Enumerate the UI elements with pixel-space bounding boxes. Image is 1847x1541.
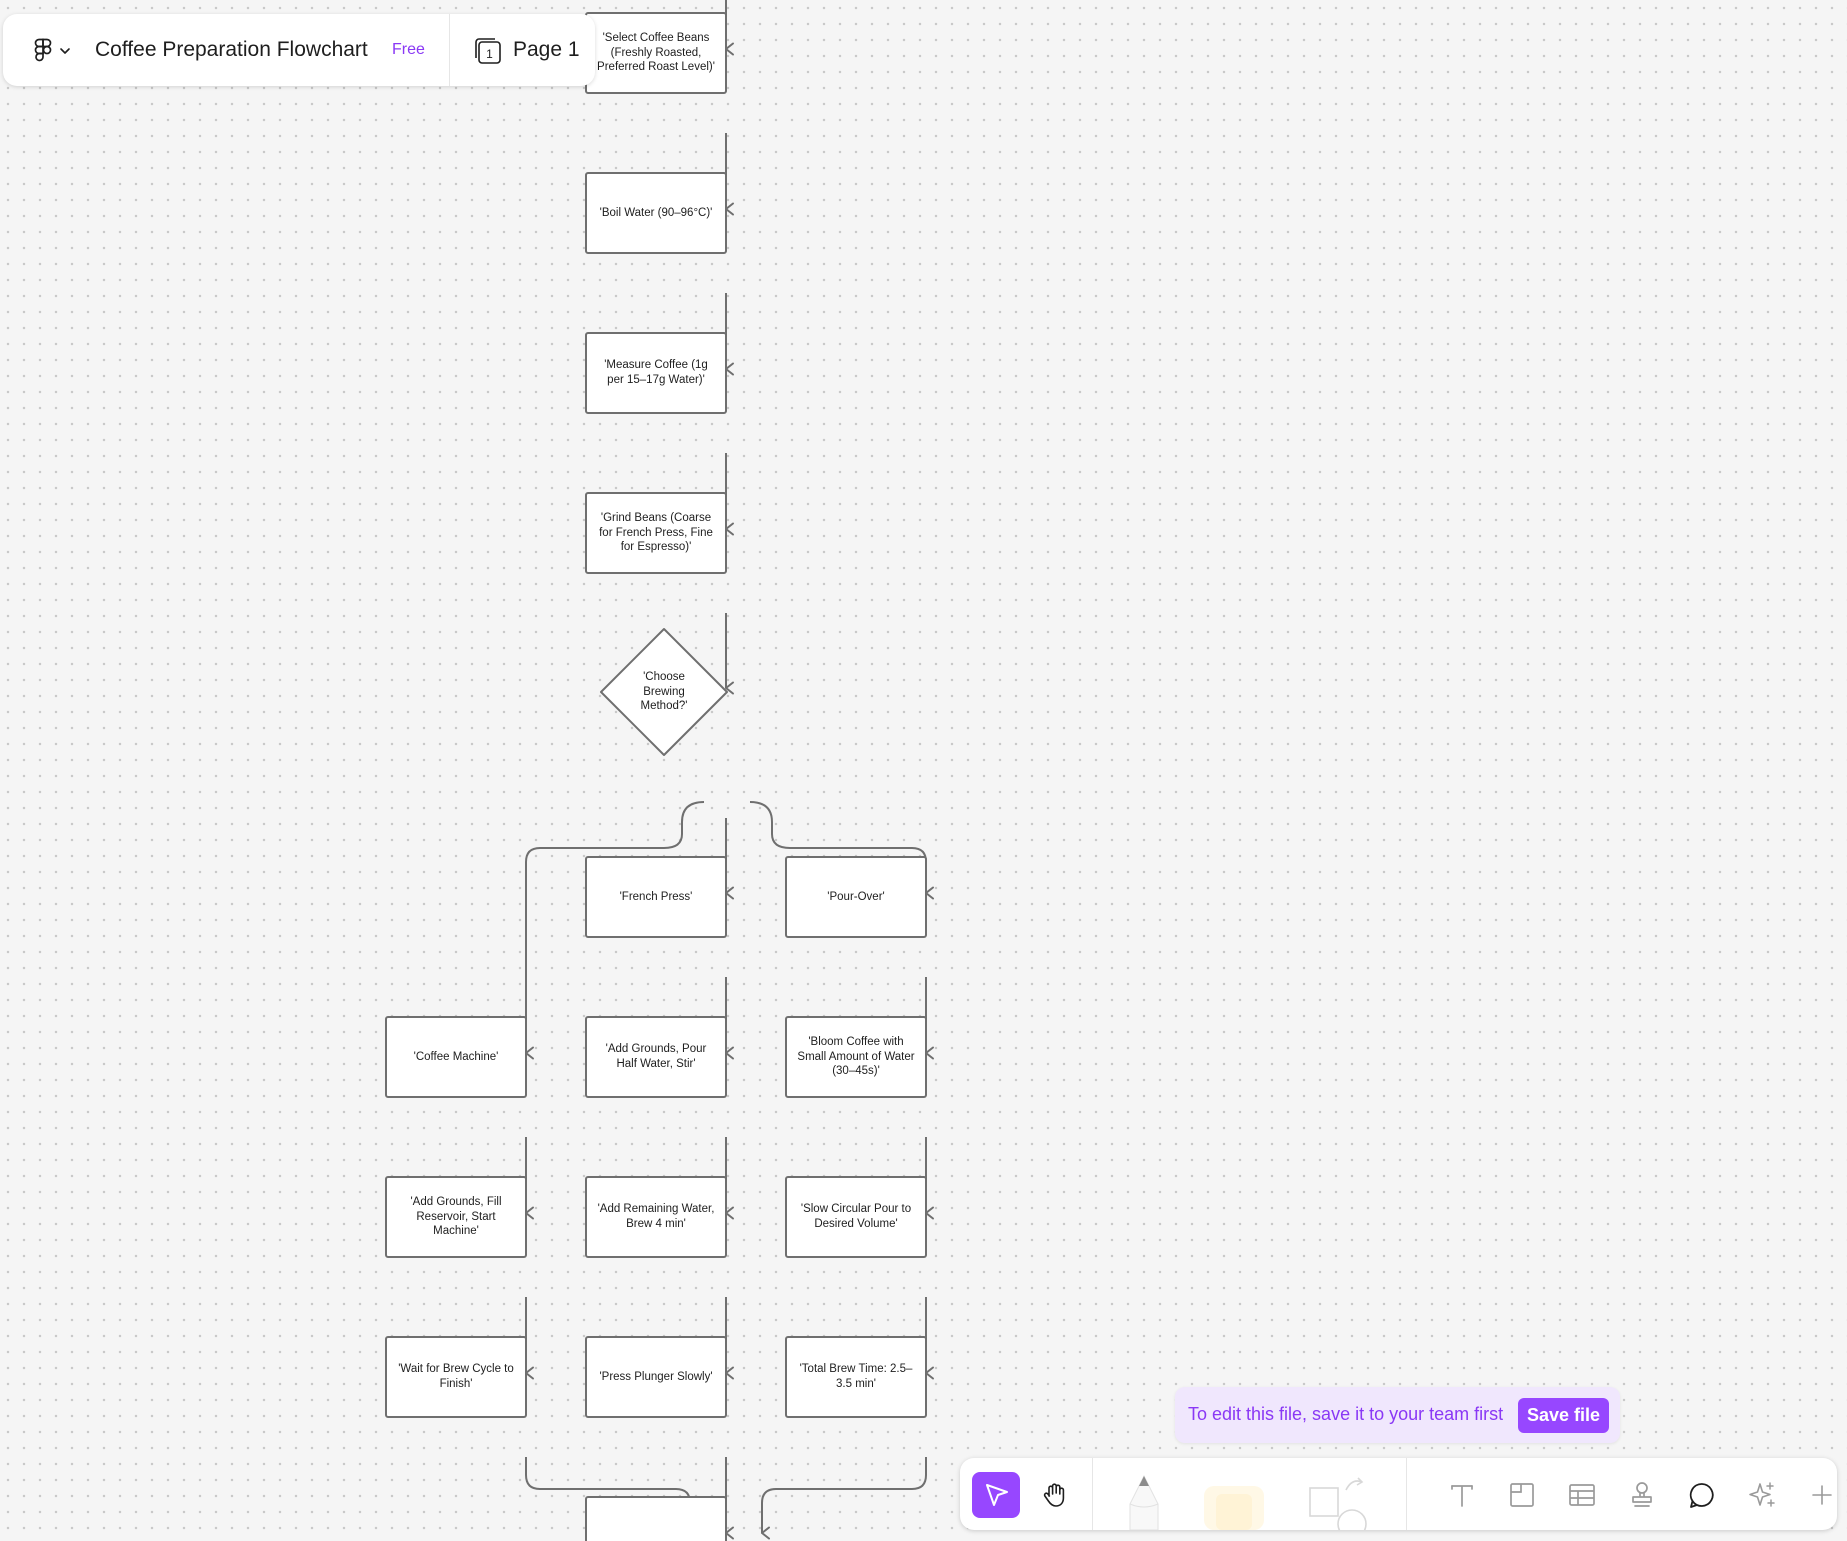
hand-icon [1043,1483,1065,1507]
section-tool-button[interactable] [1498,1472,1546,1518]
ai-tool-button[interactable] [1738,1472,1786,1518]
node-label: 'Measure Coffee (1g per 15–17g Water)' [604,359,708,386]
edit-permission-banner: To edit this file, save it to your team … [1175,1387,1620,1443]
shape-tool-button[interactable] [1300,1468,1370,1530]
node-label: 'Grind Beans (Coarse for French Press, F… [599,511,713,554]
table-icon [1569,1484,1595,1506]
node-label: 'Add Grounds, Pour Half Water, Stir' [605,1043,707,1070]
pen-tool-button[interactable] [1120,1468,1168,1530]
chevron-down-icon [60,48,70,54]
file-header: Coffee Preparation Flowchart Free 1 Page… [3,14,595,86]
toolbar-divider [1092,1458,1093,1530]
page-selector[interactable]: Page 1 [513,38,580,62]
figma-logo-icon [34,38,70,62]
node-label: 'Select Coffee Beans (Freshly Roasted, P… [597,31,715,74]
table-tool-button[interactable] [1558,1472,1606,1518]
stamp-tool-button[interactable] [1618,1472,1666,1518]
pen-icon [1129,1474,1159,1530]
flowchart-node-next-step[interactable] [585,1496,727,1541]
sparkle-icon [1749,1482,1775,1507]
node-label: 'Total Brew Time: 2.5–3.5 min' [799,1363,913,1390]
banner-message: To edit this file, save it to your team … [1188,1404,1504,1424]
node-label: 'Wait for Brew Cycle to Finish' [398,1363,514,1390]
hand-tool-button[interactable] [1031,1472,1079,1518]
save-file-button[interactable]: Save file [1518,1398,1609,1433]
connector-arrow[interactable] [761,1457,927,1540]
node-label: 'Bloom Coffee with Small Amount of Water… [797,1035,915,1078]
node-label: 'Add Grounds, Fill Reservoir, Start Mach… [410,1195,502,1238]
highlighter-tool-button[interactable] [1196,1472,1272,1530]
header-divider [449,14,450,86]
plus-icon [1812,1485,1832,1505]
cursor-icon [986,1484,1008,1506]
highlighter-icon [1204,1486,1264,1530]
comment-tool-button[interactable] [1678,1472,1726,1518]
node-label: 'French Press' [619,890,693,903]
page-icon[interactable]: 1 [473,36,503,66]
flowchart-canvas[interactable] [0,0,1847,1541]
node-label: 'Press Plunger Slowly' [599,1370,713,1383]
node-label: 'Add Remaining Water, Brew 4 min' [597,1203,715,1230]
shape-icon [1309,1477,1367,1530]
file-title[interactable]: Coffee Preparation Flowchart [95,38,368,62]
svg-text:1: 1 [486,47,493,61]
node-label: 'Choose Brewing Method?' [640,670,688,713]
node-label: 'Pour-Over' [827,890,885,903]
text-icon [1451,1485,1473,1507]
node-label: 'Boil Water (90–96°C)' [599,206,713,219]
text-tool-button[interactable] [1438,1472,1486,1518]
node-label: 'Coffee Machine' [413,1050,499,1063]
move-tool-button[interactable] [972,1472,1020,1518]
section-icon [1510,1483,1534,1507]
stamp-icon [1632,1482,1652,1507]
more-tools-button[interactable] [1798,1472,1837,1518]
toolbar-divider [1406,1458,1407,1530]
plan-badge: Free [392,41,425,58]
figma-logo-menu[interactable] [29,38,75,64]
comment-icon [1689,1483,1714,1508]
bottom-toolbar [960,1458,1837,1530]
node-label: 'Slow Circular Pour to Desired Volume' [800,1203,912,1230]
